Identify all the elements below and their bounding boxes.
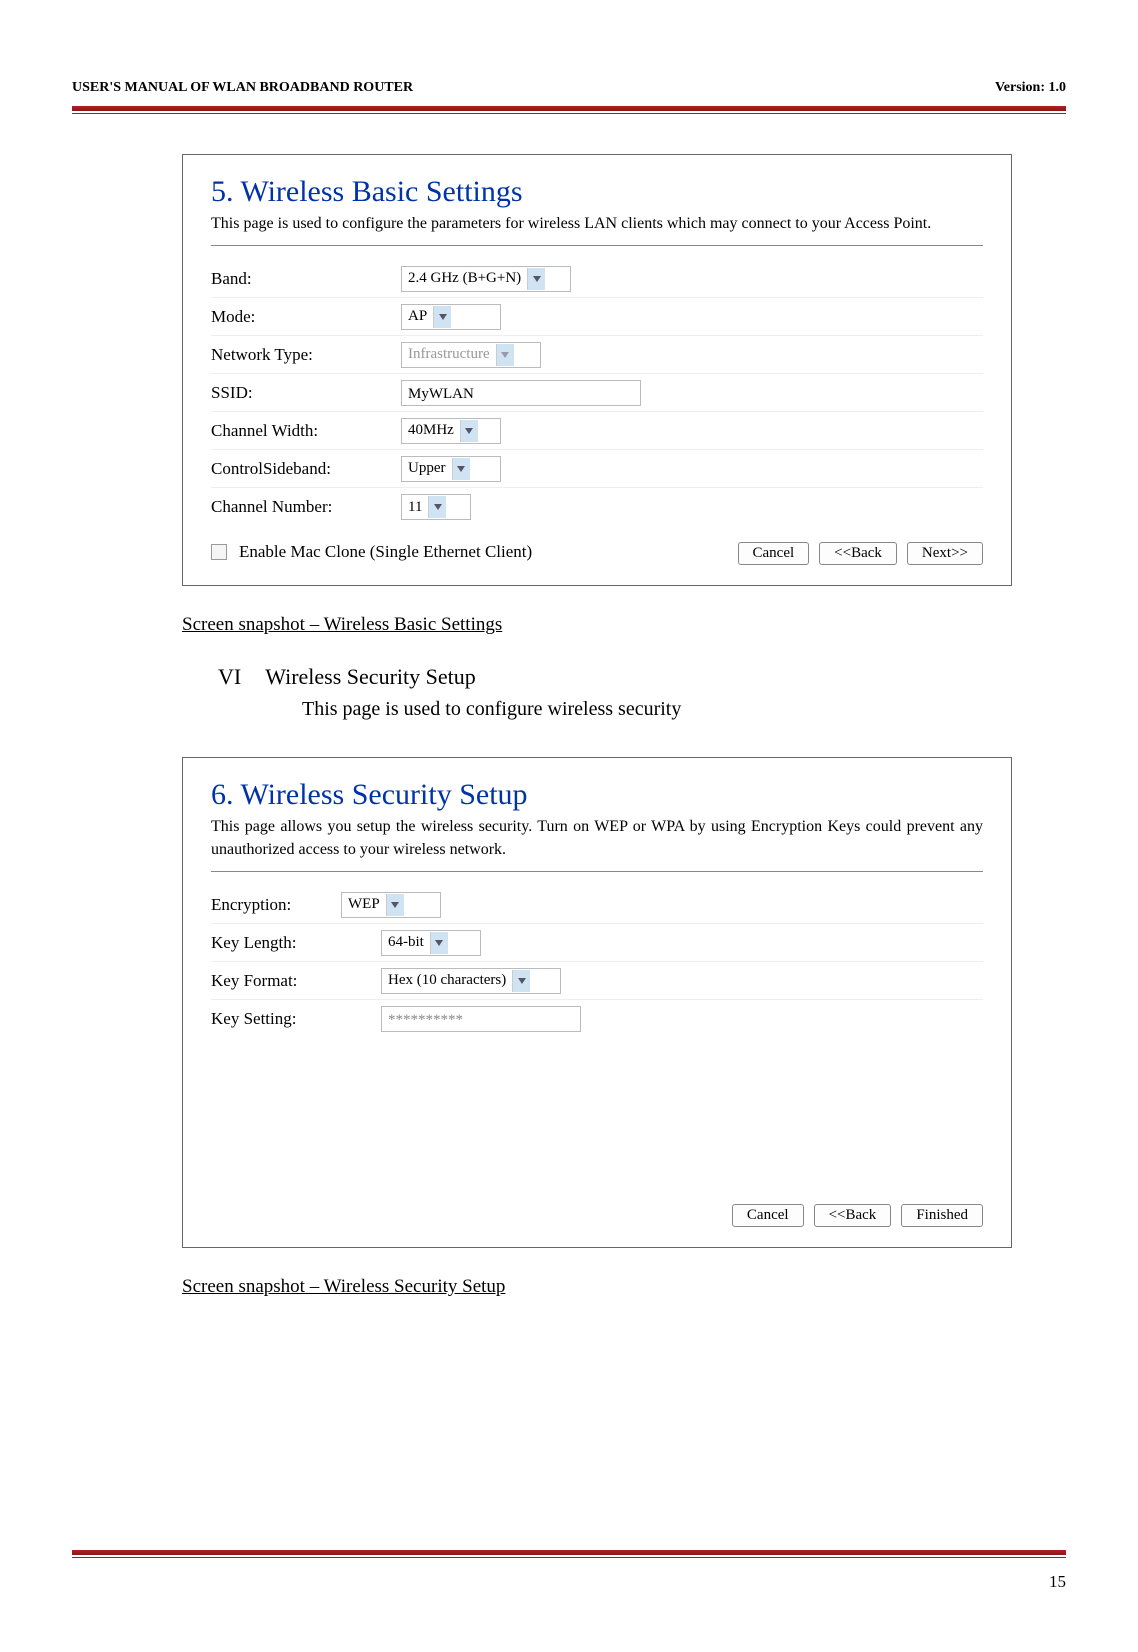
header-right: Version: 1.0: [995, 80, 1066, 96]
ssid-input[interactable]: MyWLAN: [401, 380, 641, 406]
keyfmt-value: Hex (10 characters): [388, 972, 512, 989]
header-divider-thick: [72, 106, 1066, 111]
panel2-divider: [211, 871, 983, 872]
panel1-title: 5. Wireless Basic Settings: [211, 175, 983, 209]
chevron-down-icon: [527, 268, 545, 290]
mac-clone-label: Enable Mac Clone (Single Ethernet Client…: [239, 542, 532, 562]
section-body: This page is used to configure wireless …: [302, 698, 1012, 721]
page-number: 15: [72, 1572, 1066, 1592]
keylen-value: 64-bit: [388, 934, 430, 951]
cancel-button[interactable]: Cancel: [738, 542, 810, 565]
back-button[interactable]: <<Back: [814, 1204, 892, 1227]
footer-divider-thin: [72, 1557, 1066, 1558]
enc-row: Encryption: WEP: [211, 886, 983, 924]
chnum-select[interactable]: 11: [401, 494, 471, 520]
sideband-select[interactable]: Upper: [401, 456, 501, 482]
section-roman: VI: [218, 664, 241, 690]
wireless-basic-panel: 5. Wireless Basic Settings This page is …: [182, 154, 1012, 586]
sideband-label: ControlSideband:: [211, 459, 401, 479]
band-value: 2.4 GHz (B+G+N): [408, 270, 527, 287]
caption-security: Screen snapshot – Wireless Security Setu…: [182, 1276, 1012, 1298]
chnum-row: Channel Number: 11: [211, 488, 983, 526]
nettype-value: Infrastructure: [408, 346, 496, 363]
chevron-down-icon: [512, 970, 530, 992]
chevron-down-icon: [452, 458, 470, 480]
panel2-title: 6. Wireless Security Setup: [211, 778, 983, 812]
enc-select[interactable]: WEP: [341, 892, 441, 918]
wireless-security-panel: 6. Wireless Security Setup This page all…: [182, 757, 1012, 1248]
panel1-divider: [211, 245, 983, 246]
chwidth-row: Channel Width: 40MHz: [211, 412, 983, 450]
footer-divider-thick: [72, 1550, 1066, 1555]
keylen-row: Key Length: 64-bit: [211, 924, 983, 962]
nettype-select: Infrastructure: [401, 342, 541, 368]
keyfmt-row: Key Format: Hex (10 characters): [211, 962, 983, 1000]
caption-basic: Screen snapshot – Wireless Basic Setting…: [182, 614, 1012, 636]
band-select[interactable]: 2.4 GHz (B+G+N): [401, 266, 571, 292]
header-left: USER'S MANUAL OF WLAN BROADBAND ROUTER: [72, 80, 413, 96]
chevron-down-icon: [428, 496, 446, 518]
enc-value: WEP: [348, 896, 386, 913]
ssid-row: SSID: MyWLAN: [211, 374, 983, 412]
mac-clone-checkbox[interactable]: [211, 544, 227, 560]
keylen-label: Key Length:: [211, 933, 341, 953]
nettype-label: Network Type:: [211, 345, 401, 365]
panel1-desc: This page is used to configure the param…: [211, 213, 983, 235]
back-button[interactable]: <<Back: [819, 542, 897, 565]
page-header: USER'S MANUAL OF WLAN BROADBAND ROUTER V…: [72, 80, 1066, 96]
panel2-desc: This page allows you setup the wireless …: [211, 816, 983, 861]
mode-label: Mode:: [211, 307, 401, 327]
keyfmt-select[interactable]: Hex (10 characters): [381, 968, 561, 994]
band-label: Band:: [211, 269, 401, 289]
chevron-down-icon: [430, 932, 448, 954]
keyfmt-label: Key Format:: [211, 971, 341, 991]
keylen-select[interactable]: 64-bit: [381, 930, 481, 956]
page-footer: 15: [72, 1550, 1066, 1592]
keyset-label: Key Setting:: [211, 1009, 341, 1029]
mode-row: Mode: AP: [211, 298, 983, 336]
chevron-down-icon: [460, 420, 478, 442]
sideband-row: ControlSideband: Upper: [211, 450, 983, 488]
chnum-label: Channel Number:: [211, 497, 401, 517]
chwidth-value: 40MHz: [408, 422, 460, 439]
mode-value: AP: [408, 308, 433, 325]
chevron-down-icon: [496, 344, 514, 366]
cancel-button[interactable]: Cancel: [732, 1204, 804, 1227]
chevron-down-icon: [433, 306, 451, 328]
mode-select[interactable]: AP: [401, 304, 501, 330]
keyset-row: Key Setting: **********: [211, 1000, 983, 1038]
enc-label: Encryption:: [211, 895, 341, 915]
nettype-row: Network Type: Infrastructure: [211, 336, 983, 374]
finished-button[interactable]: Finished: [901, 1204, 983, 1227]
ssid-label: SSID:: [211, 383, 401, 403]
chnum-value: 11: [408, 499, 428, 516]
keyset-input[interactable]: **********: [381, 1006, 581, 1032]
band-row: Band: 2.4 GHz (B+G+N): [211, 260, 983, 298]
sideband-value: Upper: [408, 460, 452, 477]
header-divider-thin: [72, 113, 1066, 114]
section-title: Wireless Security Setup: [265, 664, 476, 690]
next-button[interactable]: Next>>: [907, 542, 983, 565]
chwidth-select[interactable]: 40MHz: [401, 418, 501, 444]
chwidth-label: Channel Width:: [211, 421, 401, 441]
mac-clone-row: Enable Mac Clone (Single Ethernet Client…: [211, 542, 532, 562]
section-heading: VI Wireless Security Setup: [218, 664, 1012, 690]
chevron-down-icon: [386, 894, 404, 916]
